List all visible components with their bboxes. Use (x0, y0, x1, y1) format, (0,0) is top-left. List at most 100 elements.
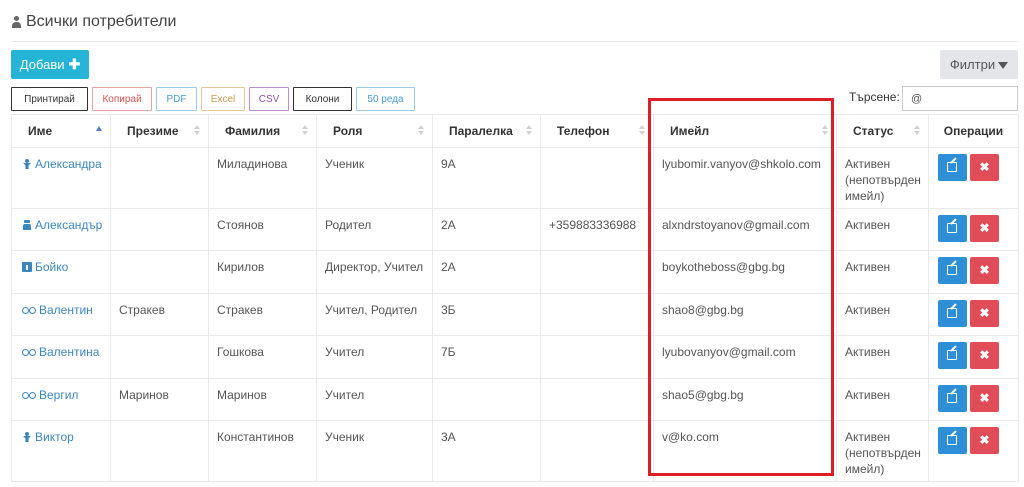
columns-button[interactable]: Колони (293, 87, 352, 111)
cell-middle-name (110, 250, 209, 294)
cell-last-name: Стракев (208, 293, 317, 336)
edit-icon (947, 393, 957, 403)
table-row: Валентин Стракев Стракев Учител, Родител 3Б s… (11, 293, 1019, 336)
cell-name[interactable]: Бойко (11, 250, 111, 294)
user-name-link[interactable]: Виктор (35, 430, 74, 444)
table-row: Валентина Гошкова Учител 7Б lyubovanyov@gmai… (11, 335, 1019, 379)
cell-class (432, 378, 541, 421)
column-header-name[interactable]: Име (11, 114, 111, 148)
edit-button[interactable] (938, 342, 967, 369)
cell-phone (540, 420, 654, 482)
edit-button[interactable] (938, 427, 967, 454)
teacher-icon (22, 347, 36, 357)
cell-role: Родител (316, 208, 433, 251)
column-header-role[interactable]: Роля (316, 114, 433, 148)
filter-button-label: Филтри (949, 57, 996, 72)
user-name-link[interactable]: Валентина (39, 345, 99, 359)
sort-icon (302, 125, 308, 137)
filter-button[interactable]: Филтри (940, 50, 1018, 79)
cell-role: Директор, Учител (316, 250, 433, 294)
add-button[interactable]: Добави ✚ (11, 50, 89, 79)
delete-button[interactable]: ✖ (970, 300, 999, 327)
column-header-last-name[interactable]: Фамилия (208, 114, 317, 148)
user-name-link[interactable]: Александра (35, 157, 102, 171)
column-header-class[interactable]: Паралелка (432, 114, 541, 148)
search-input[interactable] (902, 86, 1018, 111)
table-row: Александър Стоянов Родител 2А +359883336988 a… (11, 208, 1019, 251)
table-row: Вергил Маринов Маринов Учител shao5@gbg.bg Ак… (11, 378, 1019, 421)
cell-operations: ✖ (928, 420, 1019, 482)
table-header-row: Име Презиме Фамилия Роля Паралелка Телеф… (11, 114, 1019, 148)
excel-button[interactable]: Excel (201, 87, 245, 111)
close-icon: ✖ (979, 306, 990, 320)
cell-middle-name: Стракев (110, 293, 209, 336)
cell-status: Активен (836, 293, 929, 336)
edit-icon (947, 308, 957, 318)
delete-button[interactable]: ✖ (970, 427, 999, 454)
edit-icon (947, 265, 957, 275)
close-icon: ✖ (979, 160, 990, 174)
delete-button[interactable]: ✖ (970, 342, 999, 369)
print-button[interactable]: Принтирай (11, 87, 88, 111)
cell-name[interactable]: Виктор (11, 420, 111, 482)
delete-button[interactable]: ✖ (970, 257, 999, 284)
user-name-link[interactable]: Валентин (39, 303, 93, 317)
edit-button[interactable] (938, 385, 967, 412)
table-row: Александра Миладинова Ученик 9А lyubomir.van… (11, 147, 1019, 209)
page-title-text: Всички потребители (26, 13, 177, 30)
cell-last-name: Константинов (208, 420, 317, 482)
delete-button[interactable]: ✖ (970, 154, 999, 181)
cell-role: Учител (316, 378, 433, 421)
cell-operations: ✖ (928, 335, 1019, 379)
cell-phone (540, 378, 654, 421)
close-icon: ✖ (979, 391, 990, 405)
user-name-link[interactable]: Бойко (35, 260, 68, 274)
student-icon (22, 432, 32, 442)
sort-icon (822, 125, 828, 137)
edit-button[interactable] (938, 215, 967, 242)
cell-middle-name (110, 335, 209, 379)
cell-operations: ✖ (928, 208, 1019, 251)
cell-phone (540, 335, 654, 379)
cell-status: Активен (836, 335, 929, 379)
user-name-link[interactable]: Вергил (39, 388, 78, 402)
cell-status: Активен (непотвърден имейл) (836, 147, 929, 209)
cell-name[interactable]: Александър (11, 208, 111, 251)
add-button-label: Добави (19, 57, 65, 72)
column-header-middle-name[interactable]: Презиме (110, 114, 209, 148)
edit-button[interactable] (938, 154, 967, 181)
cell-email: boykotheboss@gbg.bg (653, 250, 837, 294)
cell-class: 3Б (432, 293, 541, 336)
column-header-email[interactable]: Имейл (653, 114, 837, 148)
csv-button[interactable]: CSV (249, 87, 289, 111)
cell-operations: ✖ (928, 378, 1019, 421)
copy-button[interactable]: Копирай (92, 87, 152, 111)
edit-button[interactable] (938, 257, 967, 284)
cell-email: alxndrstoyanov@gmail.com (653, 208, 837, 251)
cell-name[interactable]: Вергил (11, 378, 111, 421)
table-row: Виктор Константинов Ученик 3А v@ko.com Активе… (11, 420, 1019, 482)
rows-per-page-button[interactable]: 50 реда (356, 87, 415, 111)
delete-button[interactable]: ✖ (970, 215, 999, 242)
column-header-status[interactable]: Статус (836, 114, 929, 148)
cell-name[interactable]: Валентина (11, 335, 111, 379)
cell-phone: +359883336988 (540, 208, 654, 251)
users-table: Име Презиме Фамилия Роля Паралелка Телеф… (11, 114, 1019, 482)
cell-operations: ✖ (928, 293, 1019, 336)
close-icon: ✖ (979, 263, 990, 277)
cell-last-name: Миладинова (208, 147, 317, 209)
cell-last-name: Стоянов (208, 208, 317, 251)
cell-status: Активен (непотвърден имейл) (836, 420, 929, 482)
column-header-phone[interactable]: Телефон (540, 114, 654, 148)
cell-email: v@ko.com (653, 420, 837, 482)
user-name-link[interactable]: Александър (35, 218, 102, 232)
pdf-button[interactable]: PDF (156, 87, 197, 111)
delete-button[interactable]: ✖ (970, 385, 999, 412)
sort-icon (418, 125, 424, 137)
cell-class: 9А (432, 147, 541, 209)
cell-email: lyubomir.vanyov@shkolo.com (653, 147, 837, 209)
cell-last-name: Гошкова (208, 335, 317, 379)
cell-name[interactable]: Александра (11, 147, 111, 209)
edit-button[interactable] (938, 300, 967, 327)
cell-name[interactable]: Валентин (11, 293, 111, 336)
